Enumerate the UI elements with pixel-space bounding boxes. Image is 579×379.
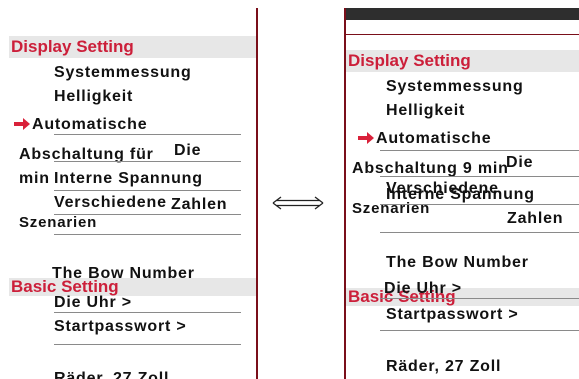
menu-item-startpasswort[interactable]: Startpasswort >: [386, 306, 518, 324]
menu-item-systemmessung[interactable]: Systemmessung: [54, 64, 192, 82]
basic-setting-header: Basic Setting: [346, 288, 579, 306]
right-arrow-icon: [358, 132, 374, 144]
menu-item-verschiedene[interactable]: Verschiedene: [54, 194, 167, 212]
display-setting-header: Display Setting: [9, 36, 256, 58]
double-arrow-icon: [272, 196, 324, 210]
right-arrow-icon: [14, 118, 30, 130]
menu-item-zahlen[interactable]: Zahlen: [507, 210, 563, 228]
separator: [54, 344, 241, 345]
separator: [380, 330, 579, 331]
top-divider: [344, 34, 579, 35]
header-bar: [344, 8, 579, 20]
menu-item-bow-number[interactable]: The Bow Number: [386, 254, 529, 272]
menu-panel-left: Display Setting Systemmessung Helligkeit…: [9, 8, 258, 379]
menu-item-die[interactable]: Die: [174, 142, 201, 160]
menu-item-interne-spannung[interactable]: Interne Spannung: [54, 170, 203, 188]
separator: [380, 176, 579, 177]
menu-panel-right: Display Setting Systemmessung Helligkeit…: [344, 8, 579, 379]
menu-item-raeder[interactable]: Räder, 27 Zoll: [54, 370, 169, 379]
separator: [380, 298, 579, 299]
menu-item-die-uhr[interactable]: Die Uhr >: [384, 280, 462, 298]
menu-item-die[interactable]: Die: [506, 154, 533, 172]
menu-item-helligkeit[interactable]: Helligkeit: [54, 88, 133, 106]
separator: [54, 312, 241, 313]
menu-item-zahlen[interactable]: Zahlen: [171, 196, 227, 214]
separator: [54, 161, 241, 162]
separator: [380, 204, 579, 205]
menu-item-szenarien[interactable]: Szenarien: [352, 200, 430, 218]
menu-item-min[interactable]: min: [19, 170, 50, 188]
menu-item-raeder[interactable]: Räder, 27 Zoll: [386, 358, 501, 376]
separator: [54, 134, 241, 135]
menu-item-automatische[interactable]: Automatische: [32, 116, 147, 134]
menu-item-systemmessung[interactable]: Systemmessung: [386, 78, 524, 96]
separator: [380, 150, 579, 151]
menu-item-szenarien[interactable]: Szenarien: [19, 214, 97, 232]
menu-item-bow-number[interactable]: The Bow Number: [52, 265, 195, 283]
separator: [54, 234, 241, 235]
display-setting-header: Display Setting: [346, 50, 579, 72]
separator: [54, 190, 241, 191]
separator: [380, 232, 579, 233]
menu-item-die-uhr[interactable]: Die Uhr >: [54, 294, 132, 312]
menu-item-automatische[interactable]: Automatische: [376, 130, 491, 148]
panel-border: [256, 8, 258, 379]
menu-item-helligkeit[interactable]: Helligkeit: [386, 102, 465, 120]
menu-item-startpasswort[interactable]: Startpasswort >: [54, 318, 186, 336]
